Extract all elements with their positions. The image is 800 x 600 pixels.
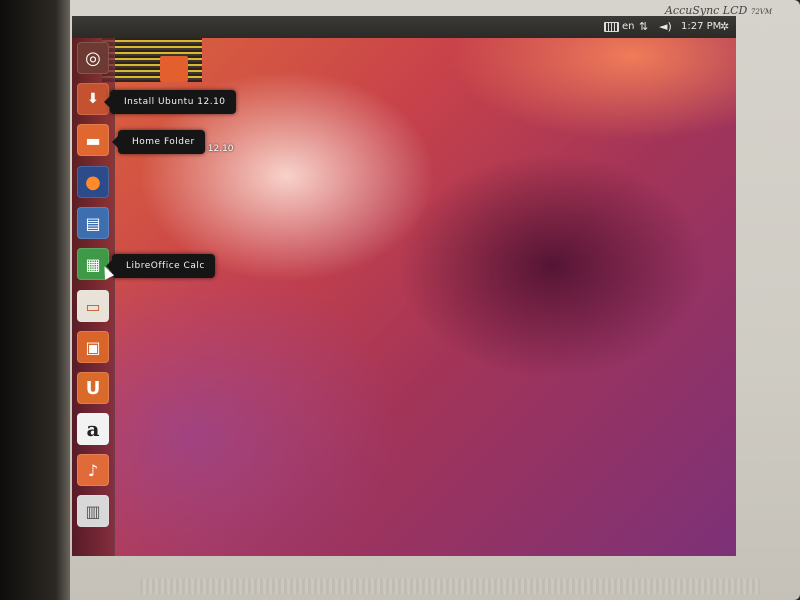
keyboard-layout: en <box>622 21 635 32</box>
gear-icon: ✲ <box>720 20 730 33</box>
monitor-vents <box>140 578 760 594</box>
room-shadow <box>0 0 70 600</box>
music-icon: ♪ <box>87 460 99 480</box>
volume-icon: ◄) <box>659 20 672 33</box>
installer-icon: ⬇ <box>87 91 99 107</box>
writer-icon: ▤ <box>85 213 101 233</box>
clock[interactable]: 1:27 PM <box>681 21 721 32</box>
session-menu[interactable]: ✲ <box>720 21 729 32</box>
tooltip-installer: Install Ubuntu 12.10 <box>104 90 236 114</box>
ubuntu-logo-icon: ◎ <box>85 47 101 69</box>
impress-icon: ▭ <box>85 296 101 316</box>
keyboard-indicator[interactable]: en <box>604 21 635 32</box>
network-icon: ⇅ <box>639 20 649 33</box>
calc-icon: ▦ <box>85 254 101 274</box>
launcher-item-music[interactable]: ♪ <box>77 454 109 486</box>
firefox-icon: ● <box>85 171 101 193</box>
launcher-item-writer[interactable]: ▤ <box>77 207 109 239</box>
launcher-item-ubuntu-one[interactable]: U <box>77 372 109 404</box>
tooltip-home-folder: Home Folder <box>112 130 205 154</box>
keyboard-icon <box>604 21 619 32</box>
launcher-item-firefox[interactable]: ● <box>77 166 109 198</box>
unity-launcher: ◎ ⬇ ▬ ● ▤ ▦ ▭ ▣ U a ♪ ▥ <box>72 38 115 556</box>
folder-icon: ▬ <box>85 130 101 150</box>
desktop-folder-icon[interactable] <box>160 56 188 82</box>
launcher-item-workspaces[interactable]: ▥ <box>77 495 109 527</box>
workspaces-icon: ▥ <box>85 501 101 521</box>
amazon-icon: a <box>86 417 100 441</box>
launcher-item-dash[interactable]: ◎ <box>77 42 109 74</box>
desktop-screen: Install Ubuntu 12.10 en ⇅ ◄) 1:27 PM ✲ ◎… <box>72 16 736 556</box>
launcher-item-software-center[interactable]: ▣ <box>77 331 109 363</box>
volume-indicator[interactable]: ◄) <box>659 21 672 32</box>
top-panel: en ⇅ ◄) 1:27 PM ✲ <box>72 16 736 38</box>
tooltip-calc: LibreOffice Calc <box>106 254 215 278</box>
launcher-item-home-folder[interactable]: ▬ <box>77 124 109 156</box>
network-indicator[interactable]: ⇅ <box>639 21 648 32</box>
launcher-item-impress[interactable]: ▭ <box>77 290 109 322</box>
launcher-item-amazon[interactable]: a <box>77 413 109 445</box>
ubuntu-one-icon: U <box>85 377 101 399</box>
software-center-icon: ▣ <box>85 337 101 357</box>
